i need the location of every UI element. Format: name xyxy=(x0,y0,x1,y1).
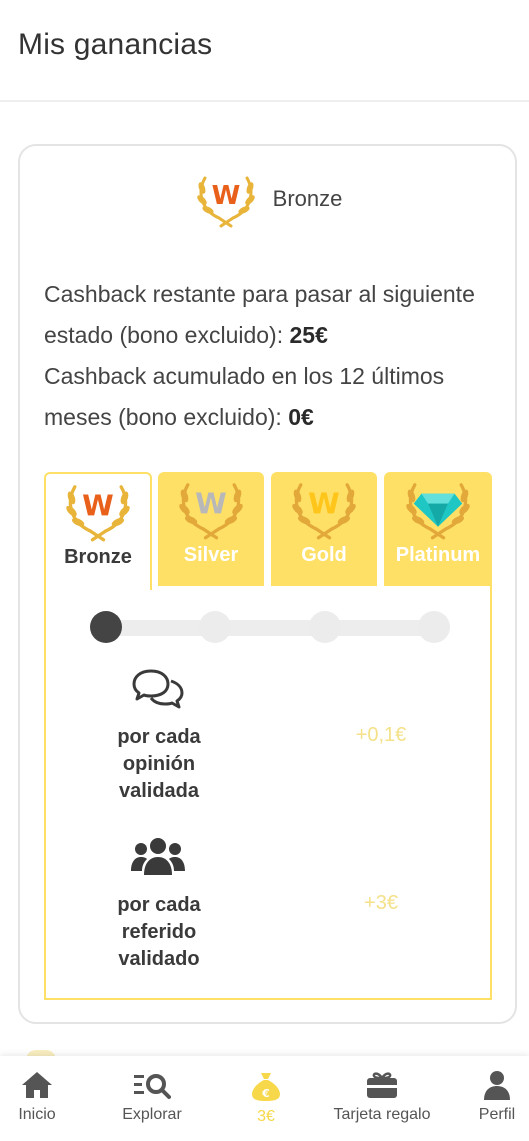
remaining-value: 25€ xyxy=(289,322,328,348)
nav-earnings[interactable]: € 3€ xyxy=(246,1070,286,1126)
status-name: Bronze xyxy=(272,186,343,211)
earnings-card: W Bronze Cashback restante para pasar al… xyxy=(18,144,517,1024)
remaining-text: Cashback restante para pasar al siguient… xyxy=(44,281,475,348)
svg-text:W: W xyxy=(211,181,240,211)
progress-step-3 xyxy=(309,611,341,643)
tab-label-silver: Silver xyxy=(183,544,239,566)
tab-label-bronze: Bronze xyxy=(64,546,132,568)
tab-platinum[interactable]: Platinum xyxy=(384,472,492,588)
nav-label: Perfil xyxy=(478,1106,516,1123)
gold-badge-icon: W xyxy=(292,483,356,540)
user-icon xyxy=(484,1071,510,1100)
progress-step-4 xyxy=(418,611,450,643)
reward-value: +3€ xyxy=(364,892,398,914)
gift-card-icon xyxy=(367,1072,397,1098)
status-description: Cashback restante para pasar al siguient… xyxy=(44,274,495,438)
tier-progress xyxy=(90,610,450,644)
tier-section: W Bronze W Silver W Gold Platinum por ca… xyxy=(44,472,492,1000)
users-icon xyxy=(130,832,186,882)
app-header: Mis ganancias xyxy=(0,0,529,102)
accumulated-text: Cashback acumulado en los 12 últimos mes… xyxy=(44,363,445,430)
page-title: Mis ganancias xyxy=(18,28,213,61)
silver-badge-icon: W xyxy=(179,483,243,540)
svg-text:W: W xyxy=(308,487,340,521)
bottom-navigation: Inicio Explorar € 3€ Tarjeta regalo Perf… xyxy=(0,1056,529,1141)
platinum-badge-icon xyxy=(406,483,470,540)
tier-details: por cada opinión validada +0,1€ por cada… xyxy=(44,586,492,1000)
accumulated-value: 0€ xyxy=(288,404,314,430)
nav-label: Explorar xyxy=(122,1106,182,1123)
money-bag-icon: € xyxy=(252,1073,280,1101)
nav-perfil[interactable]: Perfil xyxy=(474,1070,520,1124)
svg-text:€: € xyxy=(261,1087,270,1100)
nav-inicio[interactable]: Inicio xyxy=(14,1070,60,1124)
tab-label-gold: Gold xyxy=(301,544,347,566)
tier-tabs: W Bronze W Silver W Gold Platinum xyxy=(44,472,492,590)
svg-text:W: W xyxy=(195,487,227,521)
reward-label: por cada opinión validada xyxy=(117,726,201,802)
progress-step-1 xyxy=(90,611,122,643)
progress-step-2 xyxy=(199,611,231,643)
reward-value: +0,1€ xyxy=(355,724,407,746)
current-status: W Bronze xyxy=(20,168,515,230)
bronze-badge-icon: W xyxy=(196,176,255,228)
nav-label: Tarjeta regalo xyxy=(333,1106,431,1123)
tab-gold[interactable]: W Gold xyxy=(271,472,377,588)
home-icon xyxy=(22,1072,52,1098)
tab-silver[interactable]: W Silver xyxy=(158,472,264,588)
tab-label-platinum: Platinum xyxy=(395,544,481,566)
nav-explorar[interactable]: Explorar xyxy=(114,1070,190,1124)
nav-label: 3€ xyxy=(257,1108,275,1125)
comments-icon xyxy=(130,664,186,714)
tab-bronze[interactable]: W Bronze xyxy=(44,472,152,590)
reward-label: por cada referido validado xyxy=(117,894,201,970)
svg-text:W: W xyxy=(82,489,114,523)
explore-icon xyxy=(134,1074,171,1099)
nav-label: Inicio xyxy=(18,1106,56,1123)
nav-tarjeta-regalo[interactable]: Tarjeta regalo xyxy=(326,1070,438,1124)
progress-track xyxy=(100,620,440,636)
bronze-badge-icon: W xyxy=(66,485,130,542)
